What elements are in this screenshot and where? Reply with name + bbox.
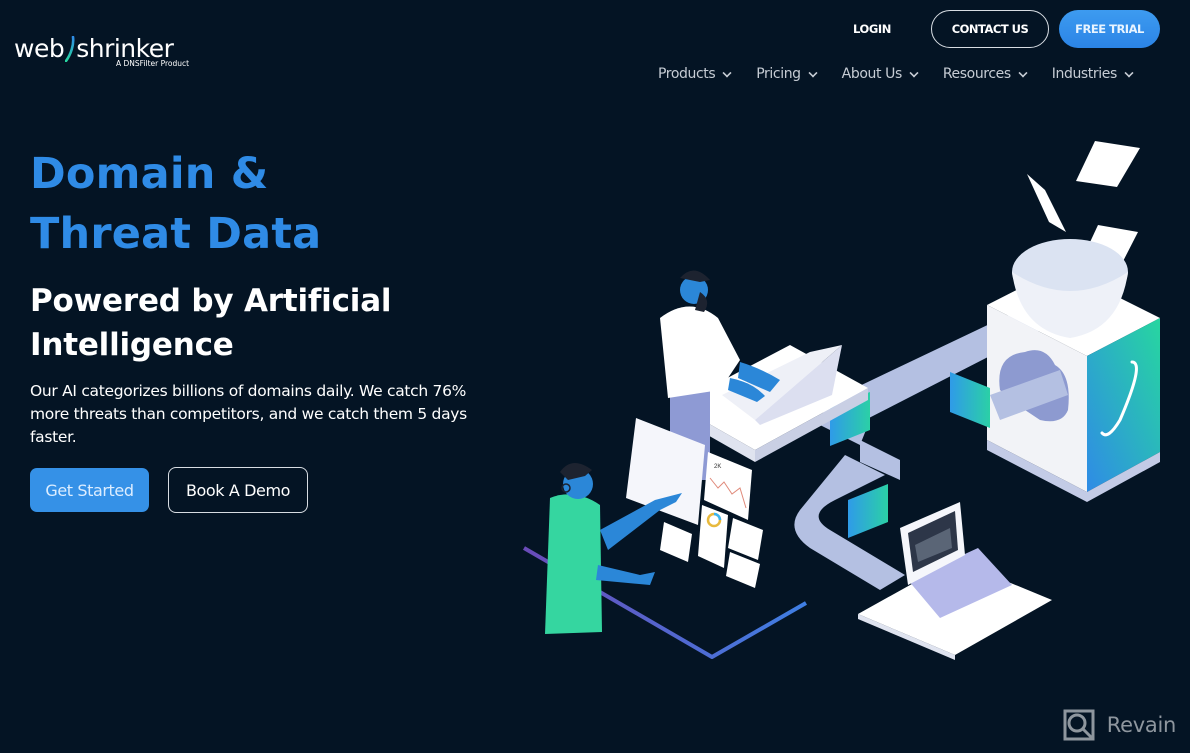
nav-label: Resources — [942, 66, 1011, 82]
illustration-svg: 2K — [522, 141, 1160, 660]
hero-subtitle-line-1: Powered by Artificial — [30, 283, 392, 319]
nav-item-pricing[interactable]: Pricing — [756, 66, 818, 82]
chevron-down-icon — [1018, 68, 1028, 78]
nav-item-industries[interactable]: Industries — [1051, 66, 1134, 82]
hero-description: Our AI categorizes billions of domains d… — [30, 382, 467, 446]
chevron-down-icon — [909, 68, 919, 78]
main-nav: Products Pricing About Us Resources Indu… — [658, 66, 1158, 82]
nav-item-resources[interactable]: Resources — [942, 66, 1028, 82]
chevron-down-icon — [1124, 68, 1134, 78]
contact-us-button[interactable]: CONTACT US — [931, 10, 1049, 48]
chevron-down-icon — [808, 68, 818, 78]
logo-text-web: web — [14, 34, 65, 63]
hero-subtitle: Powered by Artificial Intelligence — [30, 279, 392, 367]
chevron-down-icon — [722, 68, 732, 78]
free-trial-button[interactable]: FREE TRIAL — [1059, 10, 1160, 48]
logo-tagline: A DNSFilter Product — [116, 59, 190, 68]
nav-label: Industries — [1051, 66, 1118, 82]
processing-machine — [987, 239, 1160, 502]
login-link[interactable]: LOGIN — [853, 22, 891, 36]
hero-title-line-2: Threat Data — [30, 209, 322, 259]
hero-title-line-1: Domain & — [30, 149, 269, 199]
logo-slash-icon — [64, 35, 75, 63]
hero-illustration: 2K — [515, 130, 1190, 670]
hero-subtitle-line-2: Intelligence — [30, 327, 234, 363]
revain-label: Revain — [1106, 713, 1177, 737]
get-started-button[interactable]: Get Started — [30, 468, 149, 512]
panel-chart-label: 2K — [714, 464, 721, 470]
nav-item-products[interactable]: Products — [658, 66, 732, 82]
nav-label: Pricing — [756, 66, 801, 82]
brand-logo[interactable]: web shrinker A DNSFilter Product — [14, 34, 214, 74]
hero-title: Domain & Threat Data — [30, 144, 321, 264]
revain-watermark: Revain — [1063, 709, 1176, 741]
book-demo-button[interactable]: Book A Demo — [168, 467, 308, 513]
nav-label: About Us — [841, 66, 903, 82]
header-actions: LOGIN CONTACT US FREE TRIAL — [853, 10, 1160, 48]
revain-logo-icon — [1063, 709, 1095, 741]
nav-item-about-us[interactable]: About Us — [841, 66, 919, 82]
nav-label: Products — [658, 66, 716, 82]
